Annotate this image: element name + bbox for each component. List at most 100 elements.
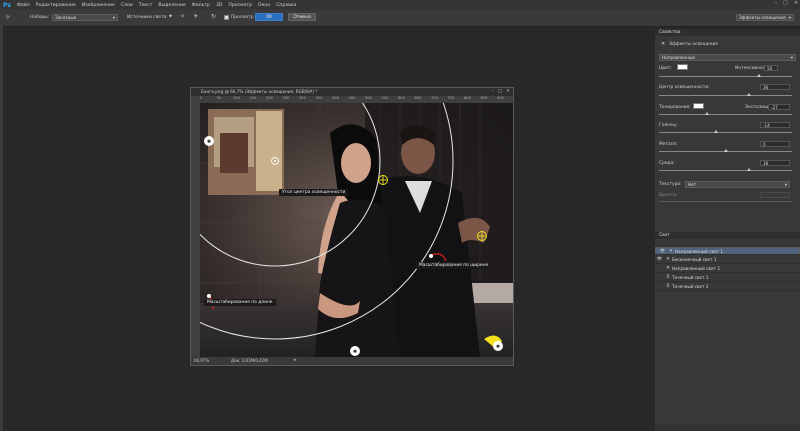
intensity-thumb[interactable] xyxy=(756,74,761,77)
eye-icon[interactable]: 👁 xyxy=(655,257,664,262)
ruler-mark: 150 xyxy=(249,96,257,100)
light-row-label: Точечный свет 1 xyxy=(672,274,709,280)
menu-layers[interactable]: Слои xyxy=(118,3,136,8)
texture-select[interactable]: Нет ▾ xyxy=(685,181,790,188)
yellow-crosshair-icon[interactable] xyxy=(477,231,487,241)
exposure-thumb[interactable] xyxy=(704,112,709,115)
svg-text:✺: ✺ xyxy=(496,344,500,350)
height-slider xyxy=(659,201,792,202)
menu-view[interactable]: Просмотр xyxy=(225,3,255,8)
menu-help[interactable]: Справка xyxy=(273,3,299,8)
light-row-point-1[interactable]: ♁ Точечный свет 1 xyxy=(655,273,800,282)
doc-close-icon[interactable]: ✕ xyxy=(506,89,510,94)
add-infinite-light-icon[interactable]: ☀ xyxy=(193,13,198,20)
ruler-left xyxy=(191,96,200,357)
hotspot-field[interactable]: 36 xyxy=(760,84,790,90)
zoom-level[interactable]: 66,67% xyxy=(194,357,209,365)
preview-label: Просмотр xyxy=(231,15,254,20)
eye-icon[interactable]: 👁 xyxy=(658,249,667,254)
light-sources-label: Источники света: xyxy=(127,15,168,20)
menu-filter[interactable]: Фильтр xyxy=(189,3,213,8)
intensity-slider[interactable] xyxy=(659,76,792,77)
doc-maximize-icon[interactable]: □ xyxy=(498,89,502,94)
ambience-slider[interactable] xyxy=(659,170,792,171)
add-point-light-icon[interactable]: ✧ xyxy=(180,13,185,20)
spot-light-icon: ✕ xyxy=(666,265,670,271)
intensity-field[interactable]: 50 xyxy=(764,65,778,71)
ok-button[interactable]: OK xyxy=(255,13,283,21)
minimize-button[interactable]: – xyxy=(775,0,778,6)
image-canvas[interactable]: ✺ ✺ ✺ Угол центра освещенности Масштабир… xyxy=(200,103,513,357)
metallic-field[interactable]: 0 xyxy=(760,141,790,147)
ruler-mark: 500 xyxy=(365,96,372,100)
options-bar: ☼ Наборы: Заказные ▾ Источники света: ✦ … xyxy=(0,10,800,27)
menu-window[interactable]: Окно xyxy=(255,3,273,8)
menu-file[interactable]: Файл xyxy=(14,3,33,8)
texture-label: Текстура: xyxy=(659,182,682,187)
preview-checkbox[interactable] xyxy=(224,15,229,20)
tooltip-scale-length: Масштабирование по длине xyxy=(204,299,276,306)
menu-select[interactable]: Выделение xyxy=(155,3,188,8)
light-color-swatch[interactable] xyxy=(677,64,688,70)
hotspot-thumb[interactable] xyxy=(747,93,752,96)
tool-strip xyxy=(0,26,3,431)
properties-tab[interactable]: Свойства xyxy=(655,29,800,36)
lights-tab[interactable]: Свет xyxy=(655,232,800,239)
add-spot-light-icon[interactable]: ✦ xyxy=(168,13,173,20)
spot-light-icon: ✕ xyxy=(669,248,673,254)
hotspot-slider[interactable] xyxy=(659,95,792,96)
point-light-icon: ♁ xyxy=(666,274,670,280)
ruler-mark: 400 xyxy=(332,96,339,100)
right-panel-dock: Свойства ✕ Эффекты освещения Направленны… xyxy=(655,29,800,431)
menu-3d[interactable]: 3D xyxy=(213,3,225,8)
cancel-button[interactable]: Отмена xyxy=(288,13,316,21)
ambience-thumb[interactable] xyxy=(747,168,752,171)
ruler-mark: 600 xyxy=(398,96,405,100)
doc-size: Док: 2,81M/0,42M xyxy=(231,358,268,363)
menu-edit[interactable]: Редактирование xyxy=(33,3,79,8)
light-bulb-icon[interactable]: ✺ xyxy=(350,346,360,356)
colorize-label: Тонирование: xyxy=(659,105,691,110)
tool-preset-icon[interactable]: ☼ xyxy=(5,14,10,21)
chevron-down-icon: ▾ xyxy=(784,182,787,187)
document-title[interactable]: Банго.png @ 66,7% (Эффекты освещения, RG… xyxy=(191,88,513,96)
doc-minimize-icon[interactable]: – xyxy=(492,89,494,94)
light-bulb-icon[interactable]: ✺ xyxy=(204,136,214,146)
light-row-spot-2[interactable]: ✕ Направленный свет 2 xyxy=(655,264,800,273)
scene-illustration: ✺ ✺ ✺ xyxy=(200,103,513,357)
light-row-label: Бесконечный свет 1 xyxy=(672,256,717,262)
light-row-spot-1[interactable]: 👁 ✕ Направленный свет 1 xyxy=(655,247,800,255)
document-status-bar: 66,67% Док: 2,81M/0,42M ▸ xyxy=(191,357,513,365)
light-row-label: Направленный свет 2 xyxy=(672,265,721,271)
chevron-down-icon: ▾ xyxy=(790,55,793,60)
maximize-button[interactable]: □ xyxy=(783,0,788,6)
colorize-swatch[interactable] xyxy=(693,103,704,109)
gloss-slider[interactable] xyxy=(659,132,792,133)
exposure-slider[interactable] xyxy=(659,114,792,115)
menu-type[interactable]: Текст xyxy=(136,3,156,8)
workspace-select[interactable]: Эффекты освещения ▾ xyxy=(736,14,794,21)
light-row-point-2[interactable]: ♁ Точечный свет 2 xyxy=(655,282,800,291)
chevron-down-icon: ▾ xyxy=(788,15,791,20)
document-window[interactable]: Банго.png @ 66,7% (Эффекты освещения, RG… xyxy=(190,87,514,366)
menu-image[interactable]: Изображение xyxy=(79,3,118,8)
ambience-field[interactable]: 36 xyxy=(760,160,790,166)
exposure-field[interactable]: -27 xyxy=(768,104,790,110)
yellow-crosshair-icon[interactable] xyxy=(378,175,388,185)
lighting-effects-icon: ✕ xyxy=(661,41,666,47)
photoshop-logo: Ps xyxy=(3,1,11,9)
status-menu-icon[interactable]: ▸ xyxy=(294,357,296,365)
presets-value: Заказные xyxy=(55,15,77,20)
light-type-select[interactable]: Направленный ▾ xyxy=(659,54,796,61)
tooltip-scale-width: Масштабирование по ширине xyxy=(416,262,492,269)
close-button[interactable]: ✕ xyxy=(794,0,798,6)
metallic-thumb[interactable] xyxy=(723,149,728,152)
gloss-thumb[interactable] xyxy=(714,130,719,133)
reset-light-icon[interactable]: ↻ xyxy=(211,13,216,20)
menu-bar: Ps Файл Редактирование Изображение Слои … xyxy=(0,0,800,10)
texture-value: Нет xyxy=(688,182,697,187)
gloss-field[interactable]: -14 xyxy=(760,122,790,128)
ruler-mark: 850 xyxy=(480,96,488,100)
presets-select[interactable]: Заказные ▾ xyxy=(52,14,118,21)
light-row-infinite-1[interactable]: 👁 ✕ Бесконечный свет 1 xyxy=(655,255,800,264)
